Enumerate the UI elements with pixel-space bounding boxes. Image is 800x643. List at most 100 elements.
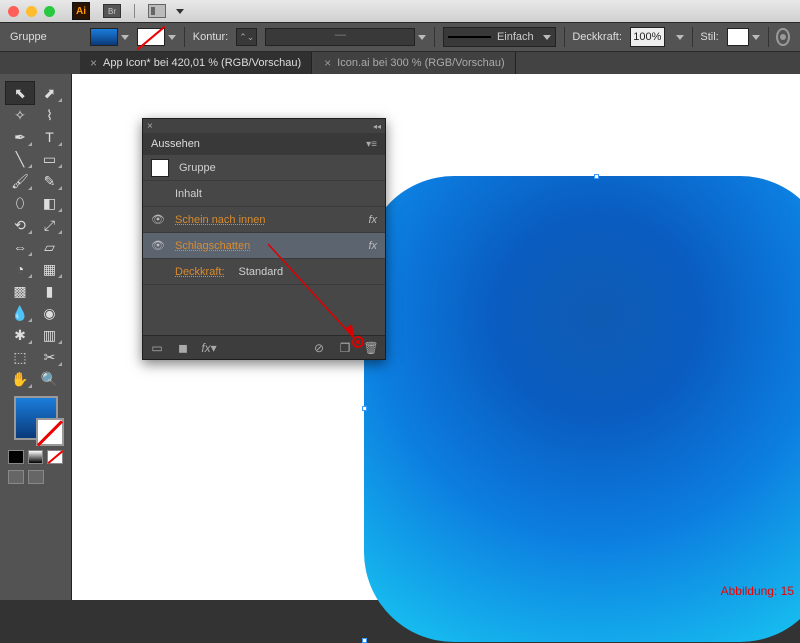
lasso-tool[interactable]: ⌇ — [36, 104, 64, 126]
appearance-rows: Gruppe Inhalt 👁 Schein nach innen fx 👁 S… — [143, 155, 385, 285]
line-segment-tool[interactable]: ╲ — [6, 148, 34, 170]
document-tab-label: Icon.ai bei 300 % (RGB/Vorschau) — [337, 57, 505, 69]
brush-definition-dropdown[interactable]: — — [265, 28, 426, 46]
symbol-sprayer-tool[interactable]: ✱ — [6, 324, 34, 346]
stroke-indicator[interactable] — [36, 418, 64, 446]
appearance-row-object[interactable]: Gruppe — [143, 155, 385, 181]
close-tab-icon[interactable]: × — [90, 56, 97, 70]
color-mode-none[interactable] — [47, 450, 63, 464]
panel-menu-icon[interactable]: ▾≡ — [366, 139, 377, 150]
selection-handle[interactable] — [594, 174, 599, 179]
fill-swatch[interactable] — [90, 28, 129, 46]
add-effect-button[interactable]: fx▾ — [201, 340, 217, 356]
zoom-window-button[interactable] — [44, 6, 55, 17]
eraser-tool[interactable]: ◧ — [36, 192, 64, 214]
artboard-tool[interactable]: ⬚ — [6, 346, 34, 368]
workspace-layout-button[interactable] — [148, 4, 166, 18]
zoom-tool[interactable]: 🔍 — [36, 368, 64, 390]
width-tool[interactable]: ⇔ — [6, 236, 34, 258]
document-tab-active[interactable]: × App Icon* bei 420,01 % (RGB/Vorschau) — [80, 52, 312, 74]
effect-inner-glow-link[interactable]: Schein nach innen — [175, 214, 266, 226]
panel-tab-bar: Aussehen ▾≡ — [143, 133, 385, 155]
magic-wand-tool[interactable]: ✧ — [6, 104, 34, 126]
hand-tool[interactable]: ✋ — [6, 368, 34, 390]
screen-mode-row — [0, 468, 71, 486]
selection-tool[interactable]: ⬉ — [6, 82, 34, 104]
stroke-label: Kontur: — [193, 31, 228, 43]
collapse-panel-icon[interactable]: ◂◂ — [373, 122, 381, 131]
appearance-row-contents[interactable]: Inhalt — [143, 181, 385, 207]
control-bar: Gruppe Kontur: ⌃⌄ — Einfach Deckkraft: 1… — [0, 22, 800, 52]
screen-mode-full[interactable] — [28, 470, 44, 484]
workspace-layout-dropdown-icon[interactable] — [176, 9, 184, 14]
close-window-button[interactable] — [8, 6, 19, 17]
graphic-style-label: Stil: — [700, 31, 718, 43]
gradient-tool[interactable]: ▮ — [36, 280, 64, 302]
appearance-panel[interactable]: × ◂◂ Aussehen ▾≡ Gruppe Inhalt 👁 Schein … — [142, 118, 386, 360]
appearance-row-inner-glow[interactable]: 👁 Schein nach innen fx — [143, 207, 385, 233]
appearance-row-drop-shadow[interactable]: 👁 Schlagschatten fx — [143, 233, 385, 259]
new-stroke-button[interactable]: ▭ — [149, 340, 165, 356]
document-tab-inactive[interactable]: × Icon.ai bei 300 % (RGB/Vorschau) — [314, 52, 516, 74]
selection-handle[interactable] — [362, 406, 367, 411]
selection-handle[interactable] — [362, 638, 367, 643]
scale-tool[interactable]: ⤢ — [36, 214, 64, 236]
color-mode-gradient[interactable] — [28, 450, 44, 464]
document-tab-label: App Icon* bei 420,01 % (RGB/Vorschau) — [103, 57, 301, 69]
graphic-style-dropdown[interactable] — [727, 28, 760, 46]
perspective-grid-tool[interactable]: ▦ — [36, 258, 64, 280]
new-fill-button[interactable]: ◼ — [175, 340, 191, 356]
document-tabs-bar: × App Icon* bei 420,01 % (RGB/Vorschau) … — [0, 52, 800, 74]
effect-drop-shadow-link[interactable]: Schlagschatten — [175, 240, 250, 252]
visibility-toggle-icon[interactable]: 👁 — [151, 213, 165, 226]
pen-tool[interactable]: ✒ — [6, 126, 34, 148]
slice-tool[interactable]: ✂ — [36, 346, 64, 368]
selection-type-label: Gruppe — [10, 31, 47, 43]
opacity-dropdown-icon[interactable] — [676, 35, 684, 40]
panel-titlebar[interactable]: × ◂◂ — [143, 119, 385, 133]
appearance-row-opacity[interactable]: Deckkraft: Standard — [143, 259, 385, 285]
fill-stroke-indicator[interactable] — [14, 396, 58, 440]
blend-tool[interactable]: ◉ — [36, 302, 64, 324]
panel-empty-area — [143, 285, 385, 335]
direct-selection-tool[interactable]: ⬈ — [36, 82, 64, 104]
clear-appearance-button[interactable]: ⊘ — [311, 340, 327, 356]
panel-tab-appearance[interactable]: Aussehen — [151, 138, 200, 150]
column-graph-tool[interactable]: ▥ — [36, 324, 64, 346]
bridge-button[interactable]: Br — [103, 4, 121, 18]
color-mode-solid[interactable] — [8, 450, 24, 464]
close-panel-icon[interactable]: × — [147, 121, 153, 132]
opacity-value: Standard — [239, 266, 284, 278]
document-setup-icon[interactable] — [776, 28, 790, 46]
close-tab-icon[interactable]: × — [324, 56, 331, 70]
mesh-tool[interactable]: ▩ — [6, 280, 34, 302]
fx-badge[interactable]: fx — [368, 240, 377, 252]
eyedropper-tool[interactable]: 💧 — [6, 302, 34, 324]
contents-label: Inhalt — [175, 188, 202, 200]
screen-mode-normal[interactable] — [8, 470, 24, 484]
blob-brush-tool[interactable]: ⬯ — [6, 192, 34, 214]
rotate-tool[interactable]: ⟲ — [6, 214, 34, 236]
delete-item-button[interactable]: 🗑 — [363, 340, 379, 356]
paintbrush-tool[interactable]: 🖌 — [6, 170, 34, 192]
opacity-input[interactable]: 100% — [630, 27, 665, 47]
artwork-app-icon[interactable] — [364, 176, 800, 642]
shape-builder-tool[interactable]: ◔ — [6, 258, 34, 280]
stroke-swatch[interactable] — [137, 28, 176, 46]
minimize-window-button[interactable] — [26, 6, 37, 17]
type-tool[interactable]: T — [36, 126, 64, 148]
app-badge-illustrator: Ai — [72, 2, 90, 20]
fx-badge[interactable]: fx — [368, 214, 377, 226]
tools-panel: ⬉ ⬈ ✧ ⌇ ✒ T ╲ ▭ 🖌 ✎ ⬯ ◧ ⟲ ⤢ ⇔ ▱ ◔ ▦ ▩ ▮ … — [0, 74, 72, 600]
window-titlebar: Ai Br — [0, 0, 800, 22]
rectangle-tool[interactable]: ▭ — [36, 148, 64, 170]
visibility-toggle-icon[interactable]: 👁 — [151, 239, 165, 252]
stroke-weight-stepper[interactable]: ⌃⌄ — [236, 28, 257, 46]
stroke-profile-dropdown[interactable]: Einfach — [443, 27, 556, 47]
opacity-link[interactable]: Deckkraft: — [175, 266, 225, 278]
free-transform-tool[interactable]: ▱ — [36, 236, 64, 258]
opacity-label: Deckkraft: — [572, 31, 622, 43]
color-mode-row — [0, 446, 71, 468]
pencil-tool[interactable]: ✎ — [36, 170, 64, 192]
duplicate-item-button[interactable]: ❐ — [337, 340, 353, 356]
